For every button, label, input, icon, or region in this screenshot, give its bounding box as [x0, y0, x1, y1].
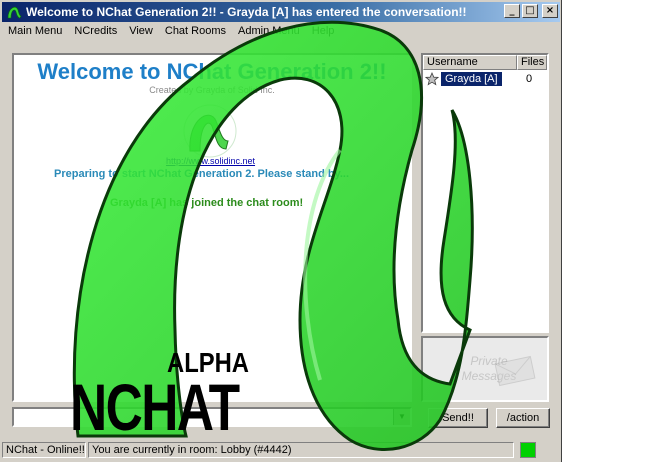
maximize-button[interactable]: □	[522, 4, 538, 18]
current-room-status: You are currently in room: Lobby (#4442)	[88, 442, 514, 458]
joined-message: Grayda [A] has joined the chat room!	[110, 197, 304, 209]
menu-admin[interactable]: Admin Menu	[232, 23, 306, 41]
nchat-logo-icon	[183, 104, 237, 158]
user-row[interactable]: Grayda [A] 0	[425, 72, 532, 86]
action-button[interactable]: /action	[496, 408, 550, 428]
title-bar[interactable]: Welcome to NChat Generation 2!! - Grayda…	[2, 2, 560, 22]
menu-view[interactable]: View	[123, 23, 159, 41]
private-messages-panel[interactable]: Private Messages	[421, 336, 549, 402]
menu-bar: Main Menu NCredits View Chat Rooms Admin…	[2, 23, 558, 41]
menu-chat-rooms[interactable]: Chat Rooms	[159, 23, 232, 41]
online-indicator-icon	[520, 442, 536, 458]
preparing-message: Preparing to start NChat Generation 2. P…	[54, 168, 350, 180]
column-username[interactable]: Username	[423, 55, 517, 70]
nchat-wordmark: NCHAT	[70, 370, 240, 444]
user-list[interactable]: Username Files Grayda [A] 0	[421, 53, 549, 333]
admin-star-icon	[425, 72, 439, 86]
welcome-heading: Welcome to NChat Generation 2!!	[37, 59, 387, 84]
history-dropdown-icon[interactable]: ▼	[393, 409, 410, 425]
send-button[interactable]: Send!!	[428, 408, 488, 428]
close-button[interactable]: ×	[542, 4, 558, 18]
connection-status: NChat - Online!!	[2, 442, 86, 458]
menu-ncredits[interactable]: NCredits	[68, 23, 123, 41]
created-by-text: Created by Grayda of Solid Inc.	[149, 85, 275, 95]
user-list-header: Username Files	[423, 55, 547, 70]
user-name[interactable]: Grayda [A]	[441, 72, 502, 86]
column-files[interactable]: Files	[517, 55, 547, 70]
menu-help[interactable]: Help	[306, 23, 341, 41]
window-title: Welcome to NChat Generation 2!! - Grayda…	[26, 5, 467, 19]
user-files: 0	[525, 73, 533, 85]
minimize-button[interactable]: _	[504, 4, 520, 18]
menu-main[interactable]: Main Menu	[2, 23, 68, 41]
nchat-app-icon	[7, 6, 22, 19]
website-link[interactable]: http://www.solidinc.net	[166, 156, 255, 166]
envelope-icon	[494, 355, 536, 387]
